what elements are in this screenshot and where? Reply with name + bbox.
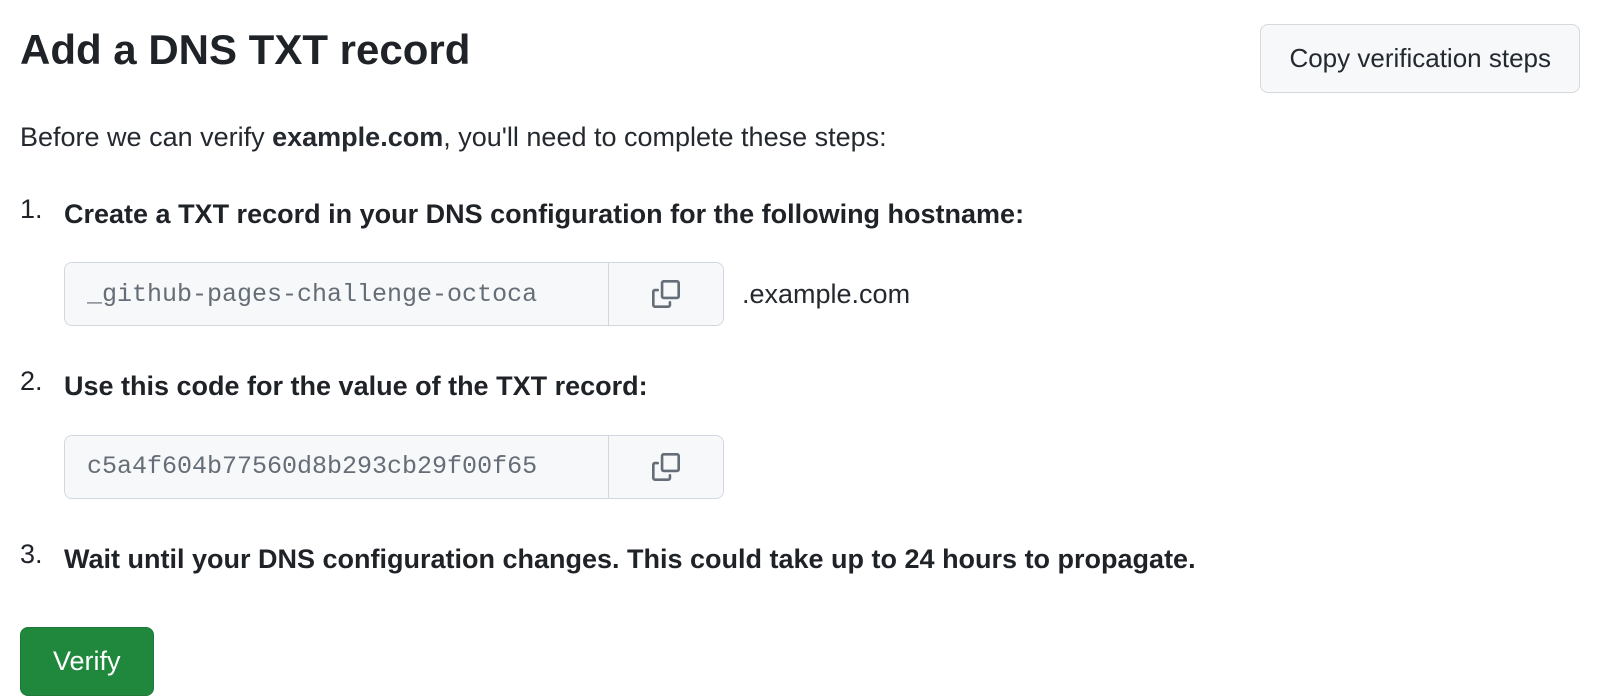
intro-domain: example.com <box>272 122 443 152</box>
hostname-suffix: .example.com <box>742 279 910 310</box>
step-1: Create a TXT record in your DNS configur… <box>64 194 1580 327</box>
step-1-title: Create a TXT record in your DNS configur… <box>64 194 1580 235</box>
hostname-field-group <box>64 262 724 326</box>
intro-prefix: Before we can verify <box>20 122 272 152</box>
hostname-input[interactable] <box>65 263 608 325</box>
copy-icon <box>652 280 680 308</box>
copy-txt-value-button[interactable] <box>608 436 723 498</box>
intro-text: Before we can verify example.com, you'll… <box>20 117 1580 158</box>
step-2: Use this code for the value of the TXT r… <box>64 366 1580 499</box>
copy-verification-steps-button[interactable]: Copy verification steps <box>1260 24 1580 93</box>
txt-value-input[interactable] <box>65 436 608 498</box>
verify-button[interactable]: Verify <box>20 627 154 696</box>
step-3: Wait until your DNS configuration change… <box>64 539 1580 580</box>
steps-list: Create a TXT record in your DNS configur… <box>20 194 1580 580</box>
step-2-title: Use this code for the value of the TXT r… <box>64 366 1580 407</box>
intro-suffix: , you'll need to complete these steps: <box>443 122 886 152</box>
step-3-title: Wait until your DNS configuration change… <box>64 539 1580 580</box>
page-title: Add a DNS TXT record <box>20 24 470 77</box>
copy-hostname-button[interactable] <box>608 263 723 325</box>
copy-icon <box>652 453 680 481</box>
txt-value-field-group <box>64 435 724 499</box>
